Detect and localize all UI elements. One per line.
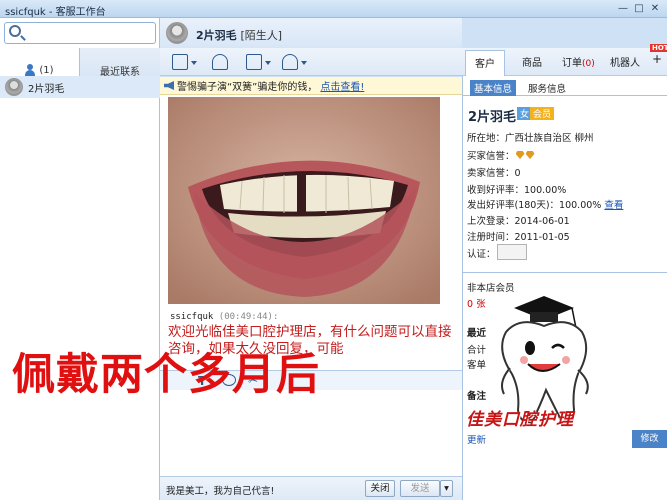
promo-watermark: 佩戴两个多月后 (12, 350, 320, 400)
chat-image[interactable] (168, 97, 440, 304)
speaker-icon (164, 81, 174, 90)
notice-text: 警惕骗子演“双簧”骗走你的钱， (177, 82, 318, 93)
stranger-tag: [陌生人] (240, 29, 283, 42)
avatar (166, 22, 188, 44)
tab-orders[interactable]: 订单(0) (562, 54, 595, 69)
contact-name: 2片羽毛 (28, 83, 65, 95)
view-link[interactable]: 查看 (604, 200, 623, 211)
search-icon (9, 25, 21, 37)
order-count: (0) (582, 59, 595, 69)
send-options-button[interactable]: ▾ (440, 480, 453, 497)
certification: 认证： (467, 249, 496, 260)
transfer-icon[interactable] (172, 54, 188, 70)
tab-orders-label: 订单 (562, 58, 582, 69)
tab-customer[interactable]: 客户 (465, 50, 505, 76)
message-meta: ssicfquk (00:49:44): (170, 312, 278, 322)
notice-link[interactable]: 点击查看! (320, 78, 364, 93)
input-footer: 我是美工，我为自己代言! 关闭 发送 ▾ (160, 476, 462, 500)
message-time: (00:49:44): (218, 312, 279, 322)
window-title: ssicfquk - 客服工作台 (5, 7, 106, 18)
contact-item[interactable]: 2片羽毛 (0, 76, 160, 98)
given-rate: 发出好评率(180天)：100.00% 查看 (467, 197, 623, 211)
hot-badge: HOT (650, 44, 667, 52)
message-sender: ssicfquk (170, 312, 214, 322)
add-tab-icon[interactable]: + (652, 52, 662, 66)
maximize-icon[interactable]: □ (633, 3, 645, 15)
add-contact-icon[interactable] (212, 54, 228, 70)
seller-credit: 卖家信誉：0 (467, 168, 521, 179)
person-icon (25, 64, 36, 76)
message-input[interactable] (160, 390, 462, 476)
alert-icon[interactable] (282, 54, 298, 70)
avatar (5, 78, 23, 96)
chevron-down-icon[interactable] (191, 61, 197, 65)
edit-button[interactable]: 修改 (632, 430, 667, 448)
tab-contacts-label: (1) (39, 64, 54, 76)
given-rate-text: 发出好评率(180天)：100.00% (467, 200, 602, 211)
customer-location: 所在地：广西壮族自治区 柳州 (467, 133, 594, 144)
buyer-credit: 买家信誉： (467, 148, 535, 162)
mascot-caption: 佳美口腔护理 (466, 410, 574, 430)
register-time: 注册时间：2011-01-05 (467, 232, 570, 243)
chat-header: 2片羽毛 [陌生人] (160, 18, 462, 48)
chevron-down-icon[interactable] (265, 61, 271, 65)
title-bar: ssicfquk - 客服工作台 — □ ✕ (0, 0, 667, 18)
divider (462, 272, 667, 273)
buyer-credit-label: 买家信誉： (467, 151, 515, 162)
right-tabs: 客户 商品 订单(0) 机器人 + (462, 48, 667, 76)
service-signature: 我是美工，我为自己代言! (166, 486, 275, 497)
teeth-photo (168, 97, 440, 304)
good-rate: 收到好评率：100.00% (467, 185, 567, 196)
tab-service-info[interactable]: 服务信息 (524, 80, 570, 96)
tab-products[interactable]: 商品 (522, 54, 542, 69)
gem-icon (515, 151, 525, 159)
close-button[interactable]: 关闭 (365, 480, 395, 497)
last-login: 上次登录：2014-06-01 (467, 216, 570, 227)
screenshot-icon[interactable] (246, 54, 262, 70)
cert-icon (497, 244, 527, 260)
search-input[interactable] (27, 25, 152, 41)
tab-basic-info[interactable]: 基本信息 (470, 80, 517, 96)
tab-robot[interactable]: 机器人 (610, 54, 640, 69)
chat-toolbar (160, 48, 462, 76)
security-notice: 警惕骗子演“双簧”骗走你的钱， 点击查看! (160, 77, 462, 95)
send-button[interactable]: 发送 (400, 480, 440, 497)
chat-partner-name: 2片羽毛 [陌生人] (196, 27, 282, 43)
minimize-icon[interactable]: — (617, 3, 629, 15)
close-icon[interactable]: ✕ (649, 3, 661, 15)
chat-partner-nick: 2片羽毛 (196, 29, 237, 42)
vip-badge: 会员 (530, 107, 555, 120)
search-box[interactable] (4, 22, 156, 44)
chevron-down-icon[interactable] (301, 61, 307, 65)
customer-name: 2片羽毛 (468, 110, 517, 125)
customer-subtabs: 基本信息 服务信息 (462, 78, 667, 96)
gem-icon (525, 151, 535, 159)
